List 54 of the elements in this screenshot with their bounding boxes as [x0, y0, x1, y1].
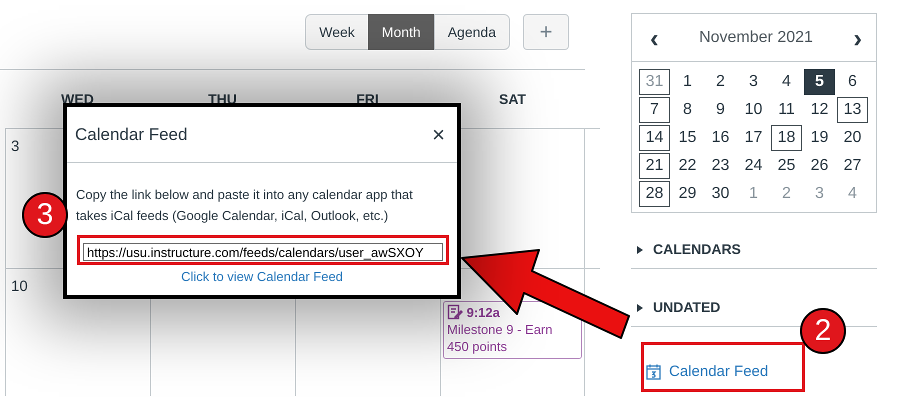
- month-title: November 2021: [699, 28, 813, 48]
- section-toggle[interactable]: CALENDARS: [631, 231, 877, 269]
- calendar-feed-link[interactable]: Calendar Feed: [646, 361, 768, 384]
- add-button[interactable]: +: [523, 14, 569, 50]
- assignment-icon: [447, 304, 463, 320]
- calendar-day[interactable]: 21: [639, 153, 670, 179]
- calendar-day[interactable]: 18: [771, 125, 802, 151]
- calendar-day[interactable]: 15: [672, 125, 703, 151]
- calendar-day[interactable]: 14: [639, 125, 670, 151]
- date-number: 3: [11, 138, 20, 155]
- calendar-day[interactable]: 1: [672, 69, 703, 95]
- calendar-day[interactable]: 19: [804, 125, 835, 151]
- calendar-day[interactable]: 3: [738, 69, 769, 95]
- caret-icon: [637, 246, 643, 254]
- calendar-day[interactable]: 11: [771, 97, 802, 123]
- calendar-day[interactable]: 23: [705, 153, 736, 179]
- calendar-day[interactable]: 20: [837, 125, 868, 151]
- calendar-day[interactable]: 22: [672, 153, 703, 179]
- day-header: SAT: [498, 90, 527, 108]
- calendar-day[interactable]: 8: [672, 97, 703, 123]
- step-number: 3: [22, 192, 68, 238]
- previous-month-button[interactable]: ‹: [650, 24, 659, 50]
- feed-url-field[interactable]: https://usu.instructure.com/feeds/calendars/user_awSXOY: [77, 234, 449, 265]
- calendar-day[interactable]: 28: [639, 181, 670, 207]
- calendar-event[interactable]: 9:12a Milestone 9 - Earn 450 points: [443, 301, 582, 359]
- dialog-description: Copy the link below and paste it into any calendar app that takes iCal feeds (Google Calendar, iCal, Outlook, etc.): [76, 186, 414, 225]
- calendar-day[interactable]: 26: [804, 153, 835, 179]
- view-tab[interactable]: Week: [305, 14, 369, 50]
- calendar-day[interactable]: 7: [639, 97, 670, 123]
- view-tab[interactable]: Agenda: [434, 14, 510, 50]
- next-month-button[interactable]: ›: [853, 24, 862, 50]
- view-feed-link[interactable]: Click to view Calendar Feed: [181, 266, 343, 286]
- calendar-day[interactable]: 6: [837, 69, 868, 95]
- calendar-day[interactable]: 2: [705, 69, 736, 95]
- calendar-day[interactable]: 4: [771, 69, 802, 95]
- calendar-day[interactable]: 9: [705, 97, 736, 123]
- calendar-day[interactable]: 25: [771, 153, 802, 179]
- step-number: 2: [800, 308, 846, 354]
- close-button[interactable]: ×: [432, 124, 445, 146]
- calendar-day[interactable]: 13: [837, 97, 868, 123]
- calendar-day[interactable]: 16: [705, 125, 736, 151]
- calendar-day[interactable]: 29: [672, 181, 703, 207]
- view-tab[interactable]: Month: [368, 14, 435, 50]
- calendar-day[interactable]: 30: [705, 181, 736, 207]
- calendar-day[interactable]: 27: [837, 153, 868, 179]
- calendar-day[interactable]: 17: [738, 125, 769, 151]
- calendar-day[interactable]: 24: [738, 153, 769, 179]
- calendar-icon: [646, 364, 661, 380]
- calendar-day[interactable]: 10: [738, 97, 769, 123]
- dialog-title: Calendar Feed: [75, 124, 188, 146]
- calendar-day[interactable]: 5: [804, 69, 835, 95]
- caret-icon: [637, 304, 643, 312]
- calendar-day[interactable]: 12: [804, 97, 835, 123]
- date-number: 10: [11, 278, 28, 295]
